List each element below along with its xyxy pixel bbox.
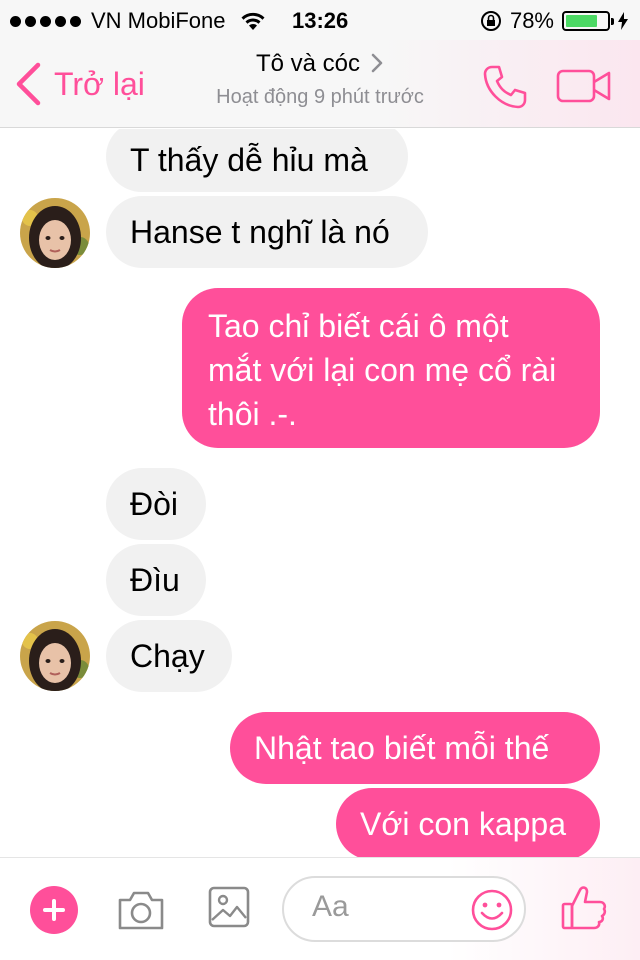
message-text: Đìu: [130, 562, 180, 598]
message-input-placeholder: Aa: [312, 890, 349, 923]
avatar[interactable]: [20, 621, 90, 691]
message-text: Đòi: [130, 486, 179, 522]
message-text: T thấy dễ hỉu mà: [130, 141, 368, 178]
message-text-line: thôi .-.: [208, 396, 297, 432]
status-bar: VN MobiFone 13:26 78%: [0, 0, 640, 40]
conversation-title: Tô và cóc: [160, 50, 480, 78]
conversation-title-button[interactable]: Tô và cóc Hoạt động 9 phút trước: [160, 50, 480, 109]
message-text-line: mắt với lại con mẹ cổ rài: [208, 352, 557, 388]
composer-bar: Aa: [0, 857, 640, 960]
camera-icon[interactable]: [116, 888, 166, 932]
back-button[interactable]: Trở lại: [14, 62, 145, 106]
status-left: VN MobiFone: [10, 8, 266, 34]
status-right: 78%: [480, 8, 628, 34]
clock: 13:26: [292, 8, 349, 33]
back-label: Trở lại: [54, 65, 145, 102]
message-bubble-received[interactable]: Hanse t nghĩ là nó: [106, 196, 428, 268]
message-text: Hanse t nghĩ là nó: [130, 214, 390, 250]
charging-bolt-icon: [618, 12, 628, 30]
battery-percent: 78%: [509, 8, 554, 33]
conversation-title-text: Tô và cóc: [255, 50, 361, 77]
video-camera-icon[interactable]: [556, 68, 612, 104]
message-bubble-received[interactable]: T thấy dễ hỉu mà: [106, 129, 408, 192]
avatar[interactable]: [20, 198, 90, 268]
plus-icon[interactable]: [30, 886, 78, 934]
signal-icon: [10, 15, 81, 27]
message-text-line: Tao chỉ biết cái ô một: [208, 308, 509, 344]
thumbs-up-icon[interactable]: [560, 884, 608, 932]
message-input[interactable]: Aa: [282, 876, 526, 942]
phone-icon[interactable]: [482, 64, 528, 110]
wifi-icon: [241, 12, 265, 30]
emoji-icon[interactable]: [470, 888, 514, 932]
contact-avatar-image: [20, 621, 90, 691]
message-text: Với con kappa: [360, 806, 566, 842]
message-bubble-received[interactable]: Đìu: [106, 544, 206, 616]
message-list[interactable]: T thấy dễ hỉu mà Hanse t nghĩ là nó Tao …: [0, 129, 640, 857]
contact-avatar-image: [20, 198, 90, 268]
active-status: Hoạt động 9 phút trước: [216, 86, 424, 108]
message-bubble-sent[interactable]: Tao chỉ biết cái ô một mắt với lại con m…: [182, 288, 600, 448]
orientation-lock-icon: [480, 11, 501, 31]
message-bubble-sent[interactable]: Với con kappa: [336, 788, 600, 857]
back-chevron-icon: [16, 62, 41, 106]
message-bubble-received[interactable]: Chạy: [106, 620, 232, 692]
carrier-name: VN MobiFone: [91, 8, 226, 33]
battery-fill: [566, 15, 598, 27]
message-text: Nhật tao biết mỗi thế: [254, 730, 550, 766]
image-icon[interactable]: [208, 886, 250, 928]
conversation-header: Trở lại Tô và cóc Hoạt động 9 phút trước: [0, 40, 640, 128]
message-bubble-received[interactable]: Đòi: [106, 468, 206, 540]
battery-icon: [562, 11, 614, 31]
message-bubble-sent[interactable]: Nhật tao biết mỗi thế: [230, 712, 600, 784]
message-text: Chạy: [130, 638, 205, 674]
chevron-right-icon: [371, 53, 383, 73]
